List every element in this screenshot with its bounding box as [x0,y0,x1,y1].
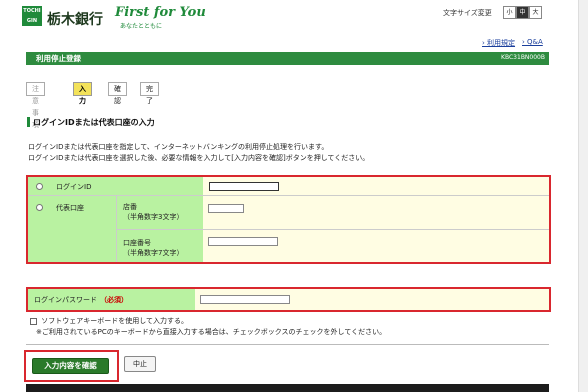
font-size-small-button[interactable]: 小 [503,6,516,19]
bank-logo[interactable]: TOCHI GIN [22,6,42,26]
scrollbar[interactable] [578,0,588,392]
font-size-label: 文字サイズ変更 [443,9,492,17]
font-size-medium-button[interactable]: 中 [516,6,529,19]
password-input[interactable] [200,295,290,304]
login-id-or-account-form: ログインID 代表口座 店番 （半角数字3文字） 口座番号 （半角数字7文字） [26,175,551,264]
branch-label: 店番 [123,203,137,211]
branch-value-cell [203,196,549,230]
description-line-2: ログインIDまたは代表口座を選択した後、必要な情報を入力して[入力内容を確認]ボ… [28,154,370,162]
font-size-large-button[interactable]: 大 [529,6,542,19]
divider [26,344,549,345]
branch-hint: （半角数字3文字） [123,213,184,221]
password-value-cell [195,289,549,310]
software-keyboard-option: ソフトウェアキーボードを使用して入力する。 ※ご利用されているPCのキーボードか… [30,316,386,338]
footer-bar [26,384,549,392]
bank-name: 栃木銀行 [47,12,103,28]
page-title: 利用停止登録 [36,54,81,63]
password-label-cell: ログインパスワード （必須） [28,289,195,310]
terms-link[interactable]: › 利用規定 [482,38,515,48]
step-confirm: 確認 [108,82,127,105]
qa-link[interactable]: › Q&A [522,38,543,46]
step-notice: 注意事項 [26,82,45,129]
account-value-cell [203,230,549,262]
rep-account-label: 代表口座 [56,204,84,212]
login-id-label: ログインID [56,183,92,191]
password-form: ログインパスワード （必須） [26,287,551,312]
section-marker [27,117,30,127]
header: TOCHI GIN 栃木銀行 First for You あなたとともに 文字サ… [0,0,588,34]
software-keyboard-label: ソフトウェアキーボードを使用して入力する。 [41,317,189,325]
branch-number-input[interactable] [208,204,244,213]
confirm-button-highlight: 入力内容を確認 [24,350,119,382]
password-label: ログインパスワード [34,296,97,304]
login-id-input[interactable] [209,182,279,191]
rep-account-radio[interactable] [36,204,43,211]
account-number-hint: （半角数字7文字） [123,249,184,257]
login-id-row-header: ログインID [28,177,203,196]
rep-account-row-header: 代表口座 [28,196,116,262]
account-number-label: 口座番号 [123,239,151,247]
slogan-en: First for You [115,5,206,20]
software-keyboard-note: ※ご利用されているPCのキーボードから直接入力する場合は、チェックボックスのチェ… [36,328,387,336]
software-keyboard-checkbox[interactable] [30,317,37,325]
login-id-radio[interactable] [36,183,43,190]
password-required-label: （必須） [100,296,128,304]
section-description: ログインIDまたは代表口座を指定して、インターネットバンキングの利用停止処理を行… [28,142,369,164]
step-input: 入力 [73,82,92,105]
slogan-jp: あなたとともに [120,23,163,30]
confirm-input-button[interactable]: 入力内容を確認 [32,358,109,374]
screen-code: KBC31BN000B [501,54,545,61]
step-complete: 完了 [140,82,159,105]
account-label-cell: 口座番号 （半角数字7文字） [116,230,204,262]
description-line-1: ログインIDまたは代表口座を指定して、インターネットバンキングの利用停止処理を行… [28,143,329,151]
login-id-row-value [203,177,549,196]
branch-label-cell: 店番 （半角数字3文字） [116,196,204,230]
logo-text: TOCHI GIN [23,8,41,24]
account-number-input[interactable] [208,237,278,246]
page-title-bar: 利用停止登録 KBC31BN000B [26,52,549,65]
section-title: ログインIDまたは代表口座の入力 [33,118,155,127]
cancel-button[interactable]: 中止 [124,356,156,372]
